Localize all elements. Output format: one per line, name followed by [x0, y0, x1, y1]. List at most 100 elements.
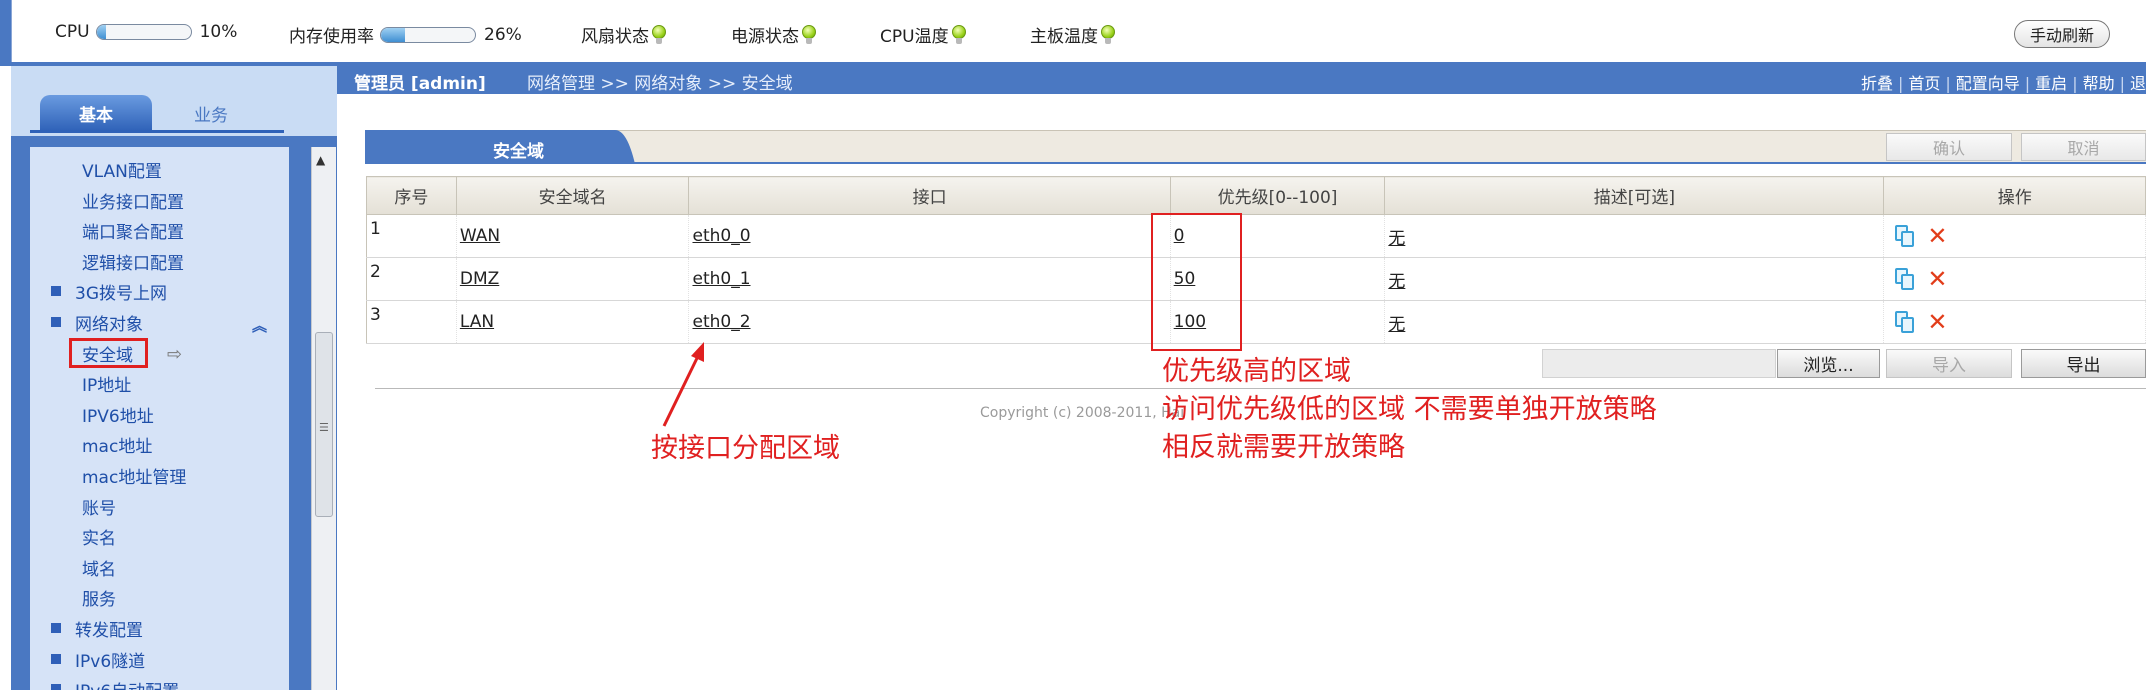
column-header-index: 序号: [366, 176, 457, 215]
import-file-input[interactable]: [1542, 349, 1776, 378]
copy-icon[interactable]: [1895, 225, 1915, 247]
table-row: 1 WAN eth0_0 0 无 ✕: [366, 214, 2146, 258]
link-separator: |: [1897, 74, 1904, 93]
security-zone-table: 序号 安全域名 接口 优先级[0--100] 描述[可选] 操作 1 WAN e…: [366, 176, 2146, 344]
zone-name-link[interactable]: LAN: [460, 312, 494, 332]
power-status-light-icon: [802, 24, 816, 45]
copy-icon[interactable]: [1895, 268, 1915, 290]
power-label: 电源状态: [731, 27, 799, 47]
power-status: 电源状态: [731, 22, 816, 47]
sidebar-item[interactable]: VLAN配置: [82, 157, 162, 182]
annotation-arrow-icon: [662, 342, 704, 427]
sidebar-item[interactable]: 域名: [82, 555, 116, 580]
pointer-arrow-icon: ⇨: [167, 344, 183, 365]
board-temp-light-icon: [1101, 24, 1115, 45]
memory-label: 内存使用率: [289, 27, 374, 47]
sidebar-item[interactable]: 网络对象: [75, 310, 143, 335]
scroll-thumb[interactable]: ☰: [315, 332, 333, 517]
cpu-meter-fill: [96, 25, 106, 39]
priority-annotation-line3: 相反就需要开放策略: [1162, 432, 1405, 463]
sidebar-item[interactable]: mac地址: [82, 432, 152, 457]
row-index: 3: [366, 300, 457, 344]
link-separator: |: [2072, 74, 2078, 93]
bullet-square-icon: [51, 317, 61, 327]
cpu-temp-label: CPU温度: [880, 27, 949, 47]
priority-annotation-line2: 访问优先级低的区域 不需要单独开放策略: [1162, 394, 1657, 425]
cpu-value: 10%: [199, 22, 238, 42]
sidebar-item[interactable]: 端口聚合配置: [82, 218, 184, 243]
interface-link[interactable]: eth0_1: [692, 269, 750, 289]
table-row: 2 DMZ eth0_1 50 无 ✕: [366, 257, 2146, 301]
description-link[interactable]: 无: [1388, 272, 1405, 292]
copyright-text: Copyright (c) 2008-2011, Hai: [980, 405, 1185, 421]
sidebar-item[interactable]: mac地址管理: [82, 463, 186, 488]
export-button[interactable]: 导出: [2021, 349, 2146, 378]
sidebar-item[interactable]: 转发配置: [75, 616, 143, 641]
header-links: 折叠 | 首页 | 配置向导 | 重启 | 帮助 | 退: [1861, 70, 2146, 94]
sidebar-item[interactable]: 服务: [82, 585, 116, 610]
status-bar: CPU 10% 内存使用率 26% 风扇状态 电源状态 CPU温度 主板温度 手…: [11, 0, 2146, 62]
delete-icon[interactable]: ✕: [1927, 310, 1947, 334]
memory-meter-fill: [381, 27, 406, 42]
copy-icon[interactable]: [1895, 311, 1915, 333]
panel-title-tab: 安全域: [365, 130, 635, 164]
interface-annotation: 按接口分配区域: [651, 433, 840, 464]
manual-refresh-button[interactable]: 手动刷新: [2014, 20, 2110, 48]
sidebar-item[interactable]: IPv6自动配置: [75, 677, 179, 690]
header-link[interactable]: 配置向导: [1956, 74, 2020, 93]
sidebar-item[interactable]: IPV6地址: [82, 402, 154, 427]
scroll-up-icon[interactable]: ▲: [316, 153, 325, 167]
cpu-label: CPU: [55, 22, 90, 42]
bullet-square-icon: [51, 623, 61, 633]
sidebar-item[interactable]: 3G拨号上网: [75, 279, 167, 304]
interface-link[interactable]: eth0_0: [692, 226, 750, 246]
priority-highlight-box: [1151, 213, 1242, 351]
bullet-square-icon: [51, 654, 61, 664]
description-link[interactable]: 无: [1388, 315, 1405, 335]
column-header-interface: 接口: [688, 176, 1171, 215]
header-link[interactable]: 首页: [1908, 74, 1940, 93]
confirm-button[interactable]: 确认: [1886, 133, 2012, 161]
header-link[interactable]: 退: [2130, 74, 2146, 93]
sidebar-item[interactable]: IP地址: [82, 371, 131, 396]
cpu-temp-status: CPU温度: [880, 22, 966, 47]
sidebar-item[interactable]: 账号: [82, 494, 116, 519]
browse-button[interactable]: 浏览...: [1777, 349, 1880, 378]
table-row: 3 LAN eth0_2 100 无 ✕: [366, 300, 2146, 344]
link-separator: |: [1945, 74, 1951, 93]
panel-title: 安全域: [493, 142, 544, 162]
fan-status: 风扇状态: [581, 22, 666, 47]
sidebar-item[interactable]: 逻辑接口配置: [82, 249, 184, 274]
breadcrumb: 网络管理 >> 网络对象 >> 安全域: [527, 74, 793, 94]
collapse-chevron-icon[interactable]: ︽: [252, 315, 267, 336]
left-scrollbar[interactable]: ▲ ☰: [311, 147, 336, 690]
zone-name-link[interactable]: DMZ: [460, 269, 499, 289]
description-link[interactable]: 无: [1388, 229, 1405, 249]
bullet-square-icon: [51, 684, 61, 690]
interface-link[interactable]: eth0_2: [692, 312, 750, 332]
priority-annotation-line1: 优先级高的区域: [1162, 356, 1351, 387]
board-temp-label: 主板温度: [1030, 27, 1098, 47]
header-link[interactable]: 帮助: [2083, 74, 2115, 93]
zone-name-link[interactable]: WAN: [460, 226, 500, 246]
header-link[interactable]: 折叠: [1861, 74, 1893, 93]
sidebar-item[interactable]: IPv6隧道: [75, 647, 145, 672]
sidebar-item[interactable]: 业务接口配置: [82, 188, 184, 213]
bullet-square-icon: [51, 286, 61, 296]
tab-basic[interactable]: 基本: [40, 95, 152, 131]
delete-icon[interactable]: ✕: [1927, 267, 1947, 291]
import-button[interactable]: 导入: [1886, 349, 2012, 378]
memory-status: 内存使用率 26%: [289, 22, 522, 48]
memory-value: 26%: [484, 24, 522, 45]
admin-label: 管理员 [admin]: [354, 74, 486, 94]
row-index: 2: [366, 257, 457, 301]
header-link[interactable]: 重启: [2035, 74, 2067, 93]
tab-business[interactable]: 业务: [155, 95, 267, 131]
cancel-button[interactable]: 取消: [2021, 133, 2146, 161]
sidebar-item[interactable]: 实名: [82, 524, 116, 549]
link-separator: |: [2119, 74, 2125, 93]
selected-item-highlight: [69, 338, 148, 368]
row-index: 1: [366, 214, 457, 258]
delete-icon[interactable]: ✕: [1927, 224, 1947, 248]
cpu-temp-light-icon: [951, 24, 966, 45]
